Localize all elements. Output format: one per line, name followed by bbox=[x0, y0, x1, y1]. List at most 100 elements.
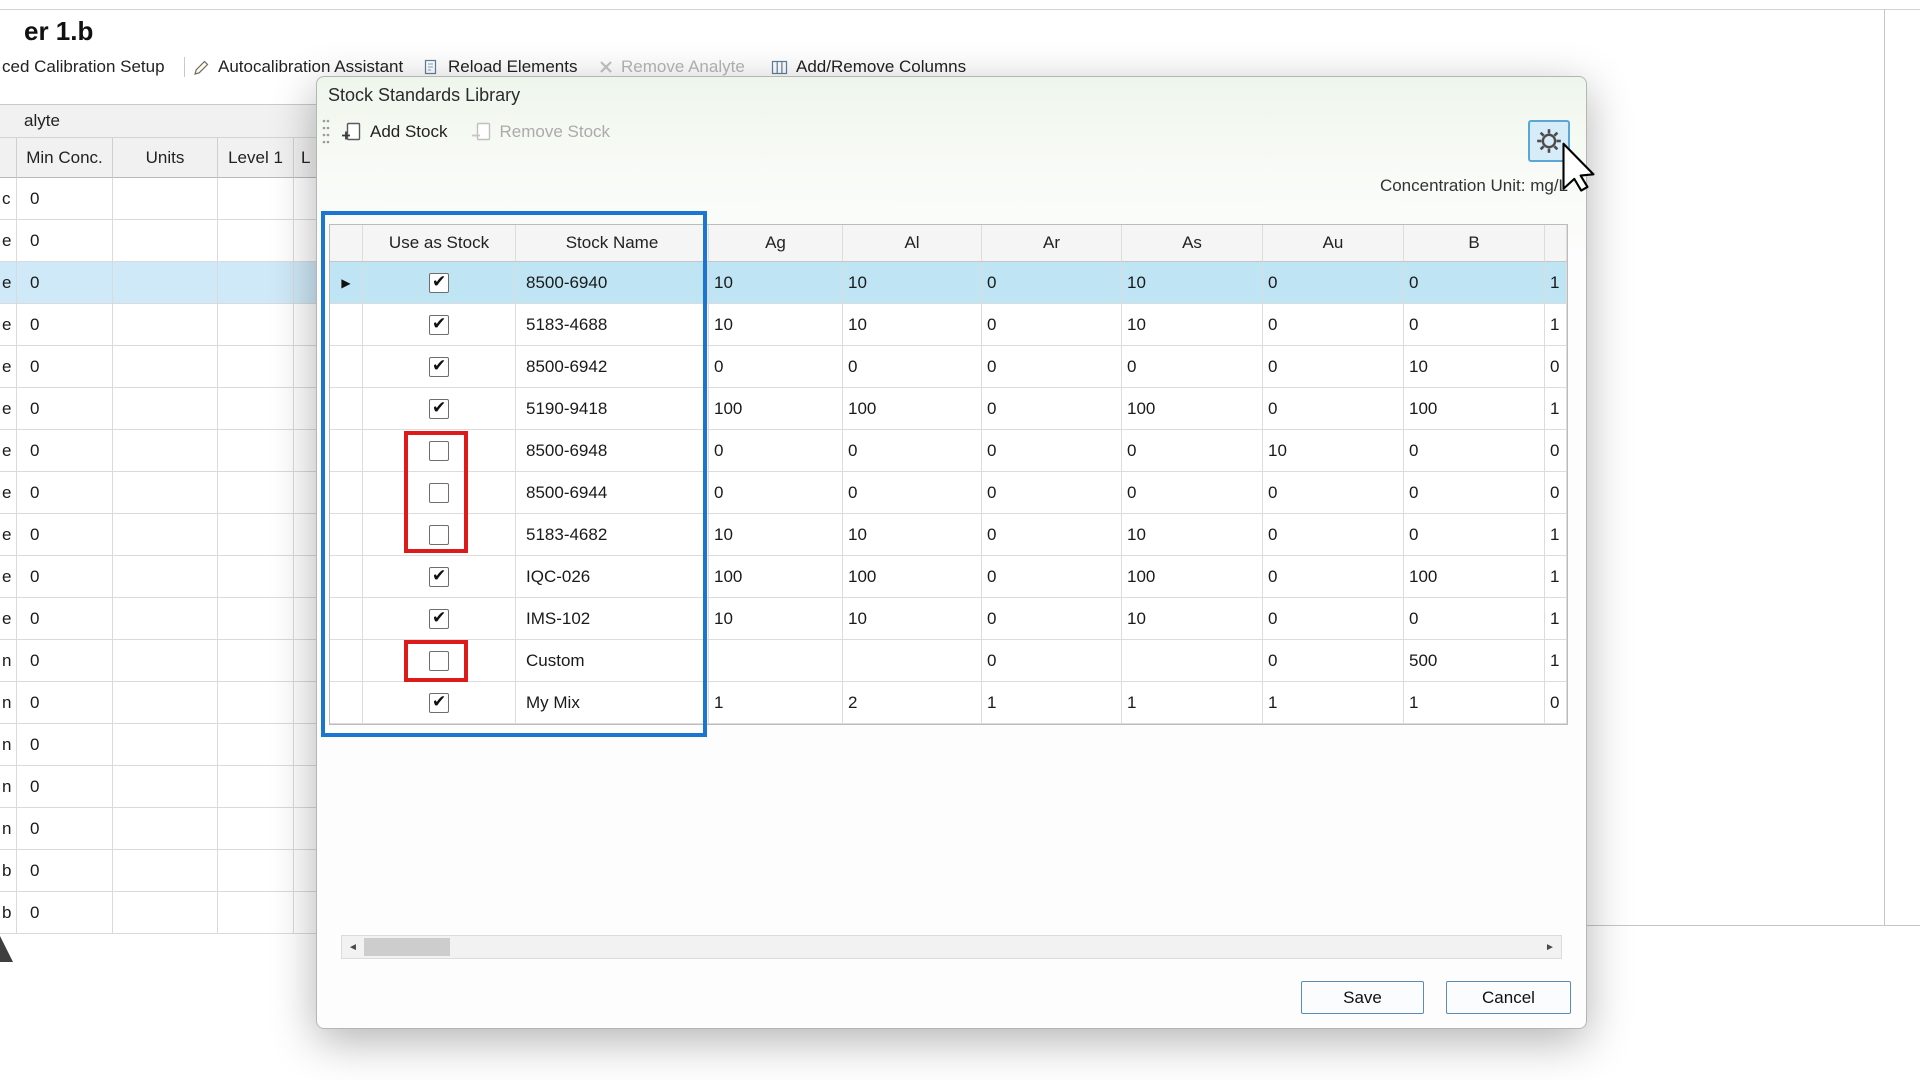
stock-column-header[interactable]: As bbox=[1122, 225, 1263, 262]
stock-name-cell[interactable]: My Mix bbox=[516, 682, 709, 724]
concentration-cell[interactable]: 0 bbox=[982, 304, 1122, 346]
concentration-cell[interactable]: 10 bbox=[1263, 430, 1404, 472]
use-as-stock-checkbox-unchecked[interactable] bbox=[429, 525, 449, 545]
use-as-stock-checkbox-checked[interactable] bbox=[429, 273, 449, 293]
concentration-cell-partial[interactable]: 0 bbox=[1545, 430, 1567, 472]
concentration-cell[interactable]: 0 bbox=[1263, 472, 1404, 514]
use-as-stock-checkbox-unchecked[interactable] bbox=[429, 651, 449, 671]
stock-table-row[interactable]: ▶8500-69401010010001 bbox=[330, 262, 1567, 304]
stock-table-row[interactable]: 5190-9418100100010001001 bbox=[330, 388, 1567, 430]
concentration-cell[interactable]: 0 bbox=[982, 346, 1122, 388]
concentration-cell[interactable] bbox=[709, 640, 843, 682]
stock-name-cell[interactable]: 5190-9418 bbox=[516, 388, 709, 430]
stock-column-header[interactable]: Al bbox=[843, 225, 982, 262]
concentration-cell[interactable]: 10 bbox=[843, 262, 982, 304]
use-as-stock-checkbox-checked[interactable] bbox=[429, 357, 449, 377]
concentration-cell[interactable]: 10 bbox=[1404, 346, 1545, 388]
concentration-cell[interactable]: 0 bbox=[1122, 346, 1263, 388]
concentration-cell[interactable]: 1 bbox=[709, 682, 843, 724]
concentration-cell[interactable] bbox=[843, 640, 982, 682]
concentration-cell[interactable]: 10 bbox=[709, 304, 843, 346]
concentration-cell-partial[interactable]: 1 bbox=[1545, 598, 1567, 640]
stock-name-cell[interactable]: 8500-6940 bbox=[516, 262, 709, 304]
concentration-cell[interactable]: 1 bbox=[1263, 682, 1404, 724]
concentration-cell-partial[interactable]: 0 bbox=[1545, 682, 1567, 724]
use-as-stock-checkbox-checked[interactable] bbox=[429, 567, 449, 587]
concentration-cell[interactable]: 0 bbox=[1263, 304, 1404, 346]
concentration-cell[interactable]: 0 bbox=[1263, 514, 1404, 556]
concentration-cell[interactable]: 0 bbox=[982, 556, 1122, 598]
concentration-cell[interactable]: 10 bbox=[843, 514, 982, 556]
concentration-cell[interactable]: 0 bbox=[843, 472, 982, 514]
concentration-cell[interactable]: 100 bbox=[1404, 388, 1545, 430]
stock-column-header[interactable] bbox=[330, 225, 363, 262]
concentration-cell[interactable]: 0 bbox=[709, 430, 843, 472]
stock-table-row[interactable]: 8500-69440000000 bbox=[330, 472, 1567, 514]
concentration-cell[interactable]: 0 bbox=[1263, 556, 1404, 598]
concentration-cell[interactable]: 0 bbox=[843, 430, 982, 472]
stock-name-cell[interactable]: 8500-6944 bbox=[516, 472, 709, 514]
concentration-cell[interactable]: 2 bbox=[843, 682, 982, 724]
concentration-cell[interactable]: 0 bbox=[843, 346, 982, 388]
concentration-cell[interactable]: 100 bbox=[709, 388, 843, 430]
concentration-cell-partial[interactable]: 1 bbox=[1545, 556, 1567, 598]
concentration-cell[interactable]: 0 bbox=[982, 640, 1122, 682]
stock-column-header[interactable]: Stock Name bbox=[516, 225, 709, 262]
concentration-cell[interactable]: 100 bbox=[843, 388, 982, 430]
stock-name-cell[interactable]: 5183-4688 bbox=[516, 304, 709, 346]
stock-column-header[interactable]: Ar bbox=[982, 225, 1122, 262]
concentration-cell-partial[interactable]: 1 bbox=[1545, 514, 1567, 556]
stock-table-row[interactable]: 8500-694800001000 bbox=[330, 430, 1567, 472]
scroll-right-icon[interactable]: ► bbox=[1539, 936, 1561, 958]
stock-name-cell[interactable]: 8500-6942 bbox=[516, 346, 709, 388]
concentration-cell[interactable]: 0 bbox=[1263, 640, 1404, 682]
concentration-cell[interactable]: 0 bbox=[709, 346, 843, 388]
stock-name-cell[interactable]: IQC-026 bbox=[516, 556, 709, 598]
use-as-stock-checkbox-checked[interactable] bbox=[429, 693, 449, 713]
concentration-cell[interactable]: 0 bbox=[982, 430, 1122, 472]
stock-table-row[interactable]: My Mix1211110 bbox=[330, 682, 1567, 724]
concentration-cell[interactable]: 100 bbox=[709, 556, 843, 598]
use-as-stock-checkbox-checked[interactable] bbox=[429, 399, 449, 419]
concentration-cell[interactable]: 100 bbox=[1404, 556, 1545, 598]
cancel-button[interactable]: Cancel bbox=[1446, 981, 1571, 1014]
stock-column-header[interactable]: Use as Stock bbox=[363, 225, 516, 262]
concentration-cell[interactable]: 10 bbox=[709, 598, 843, 640]
stock-table-row[interactable]: IQC-026100100010001001 bbox=[330, 556, 1567, 598]
stock-column-header[interactable]: B bbox=[1404, 225, 1545, 262]
stock-table-row[interactable]: 5183-46881010010001 bbox=[330, 304, 1567, 346]
concentration-cell[interactable]: 10 bbox=[1122, 262, 1263, 304]
stock-column-header[interactable]: Au bbox=[1263, 225, 1404, 262]
add-stock-button[interactable]: Add Stock bbox=[340, 120, 448, 143]
use-as-stock-checkbox-checked[interactable] bbox=[429, 609, 449, 629]
concentration-cell-partial[interactable]: 1 bbox=[1545, 304, 1567, 346]
stock-name-cell[interactable]: Custom bbox=[516, 640, 709, 682]
concentration-cell[interactable]: 10 bbox=[843, 598, 982, 640]
concentration-cell[interactable]: 0 bbox=[1263, 598, 1404, 640]
stock-table-row[interactable]: Custom005001 bbox=[330, 640, 1567, 682]
toolbar-item-ced-calibration-setup[interactable]: ced Calibration Setup bbox=[2, 54, 165, 80]
concentration-cell[interactable]: 0 bbox=[982, 514, 1122, 556]
stock-column-header[interactable] bbox=[1545, 225, 1567, 262]
concentration-cell[interactable]: 0 bbox=[1263, 346, 1404, 388]
concentration-cell-partial[interactable]: 0 bbox=[1545, 472, 1567, 514]
stock-table-row[interactable]: 5183-46821010010001 bbox=[330, 514, 1567, 556]
concentration-cell[interactable]: 100 bbox=[1122, 556, 1263, 598]
concentration-cell[interactable]: 0 bbox=[1404, 262, 1545, 304]
stock-name-cell[interactable]: IMS-102 bbox=[516, 598, 709, 640]
use-as-stock-checkbox-checked[interactable] bbox=[429, 315, 449, 335]
concentration-cell[interactable]: 0 bbox=[1263, 388, 1404, 430]
concentration-cell[interactable]: 1 bbox=[1122, 682, 1263, 724]
concentration-cell-partial[interactable]: 1 bbox=[1545, 262, 1567, 304]
concentration-cell-partial[interactable]: 0 bbox=[1545, 346, 1567, 388]
concentration-cell[interactable]: 0 bbox=[982, 388, 1122, 430]
concentration-cell-partial[interactable]: 1 bbox=[1545, 640, 1567, 682]
concentration-cell[interactable]: 0 bbox=[1404, 304, 1545, 346]
stock-table-row[interactable]: IMS-1021010010001 bbox=[330, 598, 1567, 640]
concentration-cell[interactable]: 0 bbox=[982, 598, 1122, 640]
concentration-cell[interactable]: 10 bbox=[1122, 304, 1263, 346]
concentration-cell[interactable]: 0 bbox=[709, 472, 843, 514]
stock-name-cell[interactable]: 8500-6948 bbox=[516, 430, 709, 472]
concentration-cell[interactable]: 10 bbox=[1122, 598, 1263, 640]
concentration-cell[interactable]: 1 bbox=[1404, 682, 1545, 724]
